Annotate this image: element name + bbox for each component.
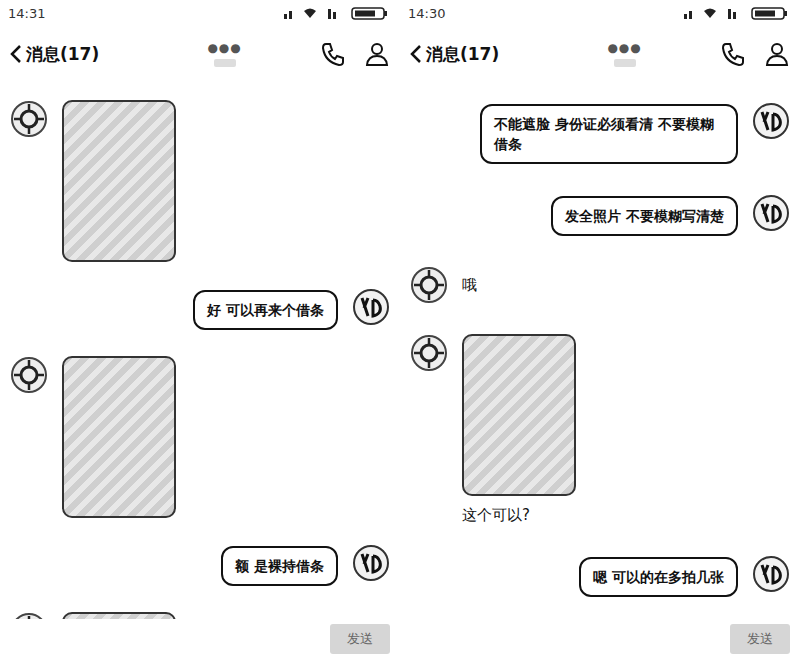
chat-panel: 14:30 消息(17) ●●● 不能遮脸 身份证必须看清 不要模糊借条发全照片 不要… [400,0,800,659]
message-bubble: 不能遮脸 身份证必须看清 不要模糊借条 [480,104,738,164]
message-row [10,612,390,619]
message-row: 这个可以? [410,334,790,525]
person-icon[interactable] [364,41,390,67]
status-bar: 14:30 [400,0,800,26]
my-avatar-icon[interactable] [352,288,390,326]
chevron-left-icon [410,44,422,64]
my-avatar-icon[interactable] [752,102,790,140]
photo-message[interactable] [62,612,176,619]
subtitle-blur [614,59,636,67]
phone-icon[interactable] [720,41,746,67]
person-icon[interactable] [764,41,790,67]
message-row [10,100,390,262]
chat-panel: 14:31 消息(17) ●●● 好 可以再来个借条额 是裸持借条发送 [0,0,400,659]
message-bubble: 额 是裸持借条 [221,546,338,586]
contact-avatar-icon[interactable] [410,334,448,372]
input-bar: 发送 [400,619,800,659]
back-button[interactable]: 消息(17) [410,43,499,66]
send-button[interactable]: 发送 [730,624,790,654]
subtitle-blur [214,59,236,67]
message-row: 哦 [410,266,790,304]
message-row: 额 是裸持借条 [10,544,390,586]
message-row: 发全照片 不要模糊写清楚 [410,194,790,236]
status-icons [682,6,792,20]
photo-message[interactable] [462,334,576,496]
message-text: 哦 [462,276,477,295]
message-row [10,356,390,518]
contact-avatar-icon[interactable] [10,100,48,138]
contact-avatar-icon[interactable] [10,356,48,394]
chat-header: 消息(17) ●●● [400,26,800,82]
status-icons [282,6,392,20]
chevron-left-icon [10,44,22,64]
photo-message[interactable] [62,100,176,262]
input-bar: 发送 [0,619,400,659]
photo-text-message: 这个可以? [462,334,576,525]
my-avatar-icon[interactable] [752,194,790,232]
my-avatar-icon[interactable] [352,544,390,582]
chat-title: ●●● [607,41,641,67]
contact-avatar-icon[interactable] [410,266,448,304]
back-button[interactable]: 消息(17) [10,43,99,66]
message-row: 不能遮脸 身份证必须看清 不要模糊借条 [410,102,790,164]
message-bubble: 好 可以再来个借条 [193,290,338,330]
status-bar: 14:31 [0,0,400,26]
message-bubble: 嗯 可以的在多拍几张 [579,557,738,597]
message-list: 不能遮脸 身份证必须看清 不要模糊借条发全照片 不要模糊写清楚哦这个可以?嗯 可… [400,82,800,619]
status-time: 14:31 [8,6,45,21]
message-row: 嗯 可以的在多拍几张 [410,555,790,597]
status-time: 14:30 [408,6,445,21]
chat-title: ●●● [207,41,241,67]
photo-message[interactable] [62,356,176,518]
screen: 14:31 消息(17) ●●● 好 可以再来个借条额 是裸持借条发送 14:30 消息(… [0,0,800,659]
send-button[interactable]: 发送 [330,624,390,654]
phone-icon[interactable] [320,41,346,67]
message-bubble: 发全照片 不要模糊写清楚 [551,196,738,236]
message-list: 好 可以再来个借条额 是裸持借条 [0,82,400,619]
my-avatar-icon[interactable] [752,555,790,593]
chat-header: 消息(17) ●●● [0,26,400,82]
contact-avatar-icon[interactable] [10,612,48,619]
message-row: 好 可以再来个借条 [10,288,390,330]
